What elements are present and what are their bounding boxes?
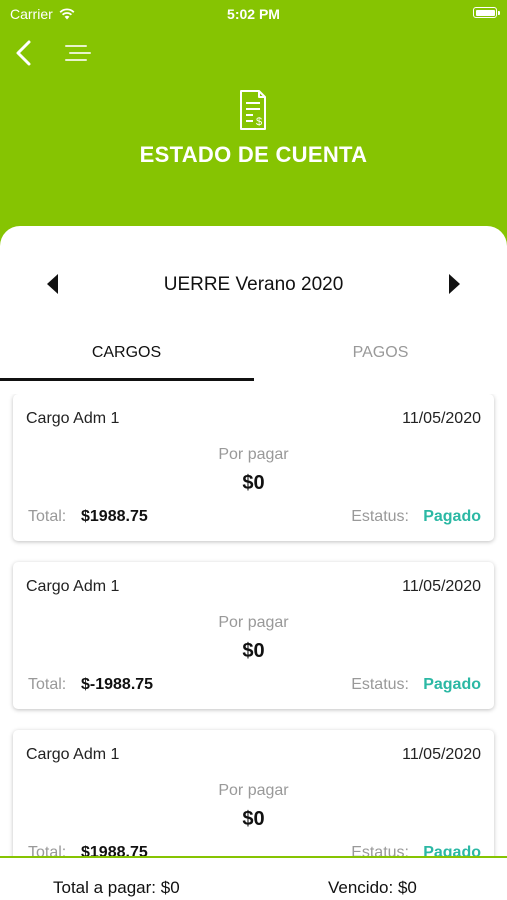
menu-icon xyxy=(65,45,91,61)
back-button[interactable] xyxy=(10,36,38,70)
battery-icon xyxy=(473,7,500,18)
status-value: Pagado xyxy=(423,844,481,856)
tab-pagos[interactable]: PAGOS xyxy=(254,330,507,382)
charge-card[interactable]: Cargo Adm 1 11/05/2020 Por pagar $0 Tota… xyxy=(13,562,494,709)
tab-cargos[interactable]: CARGOS xyxy=(0,330,253,382)
pending-label: Por pagar xyxy=(218,614,289,631)
menu-button[interactable] xyxy=(60,38,94,68)
pending-label: Por pagar xyxy=(218,782,289,799)
status-time: 5:02 PM xyxy=(227,6,280,22)
chevron-left-icon xyxy=(16,40,31,66)
overdue-amount: Vencido: $0 xyxy=(328,878,417,897)
status-value: Pagado xyxy=(423,676,481,693)
status-value: Pagado xyxy=(423,508,481,525)
charge-card[interactable]: Cargo Adm 1 11/05/2020 Por pagar $0 Tota… xyxy=(13,394,494,541)
charge-card[interactable]: Cargo Adm 1 11/05/2020 Por pagar $0 Tota… xyxy=(13,730,494,856)
page-title: ESTADO DE CUENTA xyxy=(139,142,368,167)
footer-summary: Total a pagar: $0 Vencido: $0 xyxy=(0,856,507,900)
charge-date: 11/05/2020 xyxy=(402,746,481,763)
status-bar: Carrier 5:02 PM xyxy=(0,0,507,28)
total-label: Total: xyxy=(28,508,67,525)
charges-list[interactable]: Cargo Adm 1 11/05/2020 Por pagar $0 Tota… xyxy=(0,394,507,856)
active-tab-indicator xyxy=(0,378,254,381)
pending-amount: $0 xyxy=(242,472,265,494)
total-amount: $-1988.75 xyxy=(81,676,154,693)
invoice-icon: $ xyxy=(240,90,266,130)
svg-text:$: $ xyxy=(256,116,262,128)
period-next-button[interactable] xyxy=(445,273,463,295)
caret-right-icon xyxy=(449,274,460,294)
charge-date: 11/05/2020 xyxy=(402,410,481,427)
period-selector: UERRE Verano 2020 xyxy=(0,264,507,304)
tab-bar: CARGOS PAGOS xyxy=(0,330,507,382)
total-label: Total: xyxy=(28,844,67,856)
total-to-pay: Total a pagar: $0 xyxy=(53,878,180,897)
charge-date: 11/05/2020 xyxy=(402,578,481,595)
total-amount: $1988.75 xyxy=(81,508,148,525)
total-label: Total: xyxy=(28,676,67,693)
pending-amount: $0 xyxy=(242,808,265,830)
charge-concept: Cargo Adm 1 xyxy=(26,746,120,763)
status-label: Estatus: xyxy=(351,508,409,525)
charge-concept: Cargo Adm 1 xyxy=(26,578,120,595)
period-label: UERRE Verano 2020 xyxy=(163,274,344,295)
pending-label: Por pagar xyxy=(218,446,289,463)
pending-amount: $0 xyxy=(242,640,265,662)
charge-concept: Cargo Adm 1 xyxy=(26,410,120,427)
total-amount: $1988.75 xyxy=(81,844,148,856)
status-label: Estatus: xyxy=(351,844,409,856)
status-label: Estatus: xyxy=(351,676,409,693)
